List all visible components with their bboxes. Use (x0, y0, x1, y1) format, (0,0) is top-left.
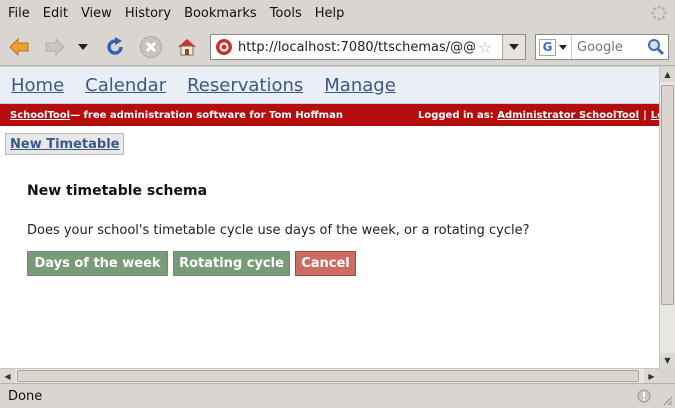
site-icon (214, 37, 234, 57)
forward-button[interactable] (42, 34, 68, 60)
bookmark-star-icon[interactable]: ☆ (475, 38, 495, 57)
nav-link-reservations[interactable]: Reservations (187, 75, 303, 96)
forward-arrow-icon (45, 37, 65, 57)
throbber-icon (651, 5, 667, 21)
back-arrow-icon (9, 37, 29, 57)
url-bar[interactable]: http://localhost:7080/ttschemas/@@ ☆ (210, 34, 526, 60)
days-of-week-button[interactable]: Days of the week (27, 251, 168, 276)
nav-link-home[interactable]: Home (11, 75, 64, 96)
menu-history[interactable]: History (125, 6, 171, 21)
menu-tools[interactable]: Tools (270, 6, 302, 21)
url-dropdown-button[interactable] (502, 35, 525, 59)
login-info: Logged in as: Administrator SchoolTool |… (418, 104, 659, 126)
scroll-up-arrow-icon[interactable]: ▲ (660, 67, 675, 82)
menu-file[interactable]: File (8, 6, 30, 21)
page-viewport: Home Calendar Reservations Manage School… (0, 67, 659, 368)
scrollbar-corner (659, 368, 675, 383)
menu-edit[interactable]: Edit (43, 6, 68, 21)
page-info-icon[interactable] (637, 389, 651, 403)
chevron-down-icon (559, 44, 567, 50)
banner-separator: | (643, 109, 647, 121)
history-dropdown-icon (78, 44, 88, 50)
home-button[interactable] (174, 34, 200, 60)
brand-tagline: — free administration software for Tom H… (70, 109, 343, 121)
brand-link[interactable]: SchoolTool (10, 110, 70, 121)
back-button[interactable] (6, 34, 32, 60)
resize-grip-icon[interactable] (661, 394, 673, 406)
menu-help[interactable]: Help (315, 6, 345, 21)
user-link[interactable]: Administrator SchoolTool (497, 110, 639, 121)
search-input[interactable] (577, 39, 649, 55)
nav-link-calendar[interactable]: Calendar (85, 75, 166, 96)
cycle-question: Does your school's timetable cycle use d… (27, 223, 530, 238)
tab-new-timetable[interactable]: New Timetable (5, 133, 125, 155)
reload-icon (107, 37, 123, 55)
vertical-scrollbar[interactable]: ▲ ▼ (659, 67, 675, 368)
search-engine-selector[interactable]: G (536, 35, 572, 59)
menubar: File Edit View History Bookmarks Tools H… (0, 0, 675, 27)
nav-link-manage[interactable]: Manage (324, 75, 396, 96)
scroll-down-arrow-icon[interactable]: ▼ (660, 353, 675, 368)
scroll-right-arrow-icon[interactable]: ▶ (644, 369, 659, 383)
stop-button[interactable] (138, 34, 164, 60)
home-icon (178, 39, 196, 56)
horizontal-scroll-thumb[interactable] (17, 370, 639, 382)
site-navigation: Home Calendar Reservations Manage (0, 67, 659, 104)
rotating-cycle-button[interactable]: Rotating cycle (173, 251, 290, 276)
vertical-scroll-thumb[interactable] (661, 85, 674, 305)
search-bar[interactable]: G (535, 34, 669, 60)
reload-button[interactable] (102, 34, 128, 60)
url-text[interactable]: http://localhost:7080/ttschemas/@@ (238, 40, 475, 55)
search-icon[interactable] (647, 38, 665, 56)
status-bar: Done (0, 383, 675, 408)
site-banner: SchoolTool — free administration softwar… (0, 104, 659, 126)
page-title: New timetable schema (27, 183, 208, 199)
chevron-down-icon (509, 44, 519, 50)
cancel-button[interactable]: Cancel (295, 251, 356, 276)
status-text: Done (8, 388, 43, 404)
scroll-left-arrow-icon[interactable]: ◀ (0, 369, 15, 383)
horizontal-scrollbar[interactable]: ◀ ▶ (0, 368, 659, 383)
google-engine-icon: G (539, 38, 556, 56)
logout-link[interactable]: Lo (651, 110, 659, 121)
logged-in-label: Logged in as: (418, 109, 498, 121)
menu-view[interactable]: View (81, 6, 112, 21)
stop-icon (140, 36, 162, 58)
navigation-toolbar: http://localhost:7080/ttschemas/@@ ☆ G (0, 27, 675, 66)
history-dropdown-button[interactable] (74, 34, 92, 60)
menu-bookmarks[interactable]: Bookmarks (184, 6, 257, 21)
